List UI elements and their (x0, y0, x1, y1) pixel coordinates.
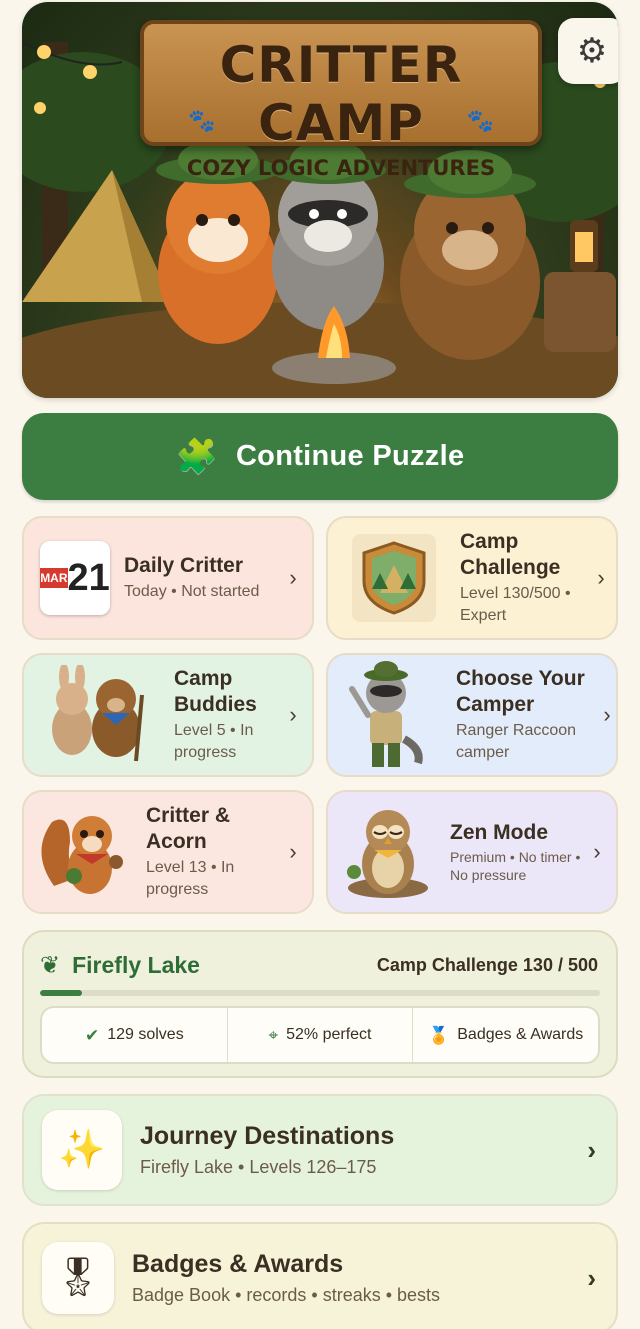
medal-icon: 🎖 (42, 1242, 114, 1314)
badges-awards-link[interactable]: 🏅 Badges & Awards (412, 1008, 598, 1062)
continue-puzzle-button[interactable]: 🧩 Continue Puzzle (22, 413, 618, 500)
chevron-right-icon: › (289, 565, 297, 590)
camp-sign: CRITTER CAMP COZY LOGIC ADVENTURES 🐾 🐾 (140, 20, 542, 180)
camp-buddies-card[interactable]: Camp Buddies Level 5 • In progress › (22, 653, 314, 777)
critter-acorn-status: Level 13 • In progress (146, 859, 235, 898)
solves-stat: ✔ 129 solves (42, 1008, 227, 1062)
challenge-progress-fill (40, 990, 82, 996)
camp-buddies-illustration (36, 665, 156, 765)
settings-button[interactable]: ⚙ (558, 18, 618, 84)
camp-challenge-status: Level 130/500 • Expert (460, 585, 571, 624)
zen-mode-status: Premium • No timer • No pressure (450, 849, 581, 883)
ranger-raccoon-illustration (344, 659, 428, 771)
daily-critter-card[interactable]: MAR 21 Daily Critter Today • Not started… (22, 516, 314, 640)
chevron-right-icon: › (289, 839, 297, 864)
app-title: CRITTER CAMP (219, 36, 463, 152)
chevron-right-icon: › (593, 839, 601, 864)
location-name: Firefly Lake (72, 951, 200, 978)
squirrel-illustration (36, 802, 132, 902)
choose-camper-title: Choose Your Camper (456, 667, 585, 716)
badge-shield-icon (352, 534, 436, 622)
perfect-value: 52% perfect (286, 1026, 372, 1043)
app-tagline: COZY LOGIC ADVENTURES (186, 156, 496, 180)
sprout-icon: ❦ (40, 951, 61, 979)
camp-buddies-title: Camp Buddies (174, 667, 257, 716)
sparkles-icon: ✨ (42, 1110, 122, 1190)
chevron-right-icon: › (289, 702, 297, 727)
journey-destinations-card[interactable]: ✨ Journey Destinations Firefly Lake • Le… (22, 1094, 618, 1206)
critter-acorn-card[interactable]: Critter & Acorn Level 13 • In progress › (22, 790, 314, 914)
daily-critter-title: Daily Critter (124, 554, 244, 577)
calendar-icon: MAR 21 (40, 541, 110, 615)
chevron-right-icon: › (603, 702, 611, 727)
zen-mode-card[interactable]: Zen Mode Premium • No timer • No pressur… (326, 790, 618, 914)
firefly-lake-panel: ❦ Firefly Lake Camp Challenge 130 / 500 … (22, 930, 618, 1078)
meditating-owl-illustration (340, 802, 436, 902)
challenge-progress-label: Camp Challenge 130 / 500 (376, 954, 598, 975)
camp-buddies-status: Level 5 • In progress (174, 722, 254, 761)
calendar-month: MAR (40, 568, 68, 588)
choose-camper-card[interactable]: Choose Your Camper Ranger Raccoon camper… (326, 653, 618, 777)
camp-challenge-title: Camp Challenge (460, 530, 561, 579)
calendar-day: 21 (67, 557, 110, 599)
chevron-right-icon: › (597, 565, 605, 590)
paw-icon: 🐾 (188, 108, 216, 133)
chevron-right-icon: › (587, 1134, 596, 1165)
daily-critter-status: Today • Not started (124, 583, 260, 600)
challenge-progress-bar (40, 990, 600, 996)
puzzle-piece-icon: 🧩 (175, 437, 218, 476)
medal-icon: 🏅 (428, 1025, 450, 1045)
badges-title: Badges & Awards (132, 1250, 344, 1278)
badges-subtitle: Badge Book • records • streaks • bests (132, 1285, 441, 1305)
hero-banner: CRITTER CAMP COZY LOGIC ADVENTURES 🐾 🐾 ⚙ (22, 2, 618, 398)
badges-awards-card[interactable]: 🎖 Badges & Awards Badge Book • records •… (22, 1222, 618, 1329)
paw-icon: 🐾 (466, 108, 494, 133)
solves-value: 129 solves (107, 1026, 184, 1043)
perfect-stat: ⌖ 52% perfect (226, 1008, 413, 1062)
gear-icon: ⚙ (576, 32, 608, 70)
stats-bar: ✔ 129 solves ⌖ 52% perfect 🏅 Badges & Aw… (40, 1006, 600, 1064)
zen-mode-title: Zen Mode (450, 821, 548, 844)
badges-awards-label: Badges & Awards (457, 1026, 584, 1043)
check-circle-icon: ✔ (84, 1025, 100, 1045)
critter-acorn-title: Critter & Acorn (146, 804, 231, 853)
chevron-right-icon: › (587, 1262, 596, 1293)
journey-subtitle: Firefly Lake • Levels 126–175 (140, 1157, 377, 1177)
continue-puzzle-label: Continue Puzzle (235, 440, 465, 472)
camp-challenge-card[interactable]: Camp Challenge Level 130/500 • Expert › (326, 516, 618, 640)
choose-camper-status: Ranger Raccoon camper (456, 722, 577, 761)
crosshair-icon: ⌖ (268, 1025, 279, 1045)
journey-title: Journey Destinations (140, 1122, 395, 1150)
